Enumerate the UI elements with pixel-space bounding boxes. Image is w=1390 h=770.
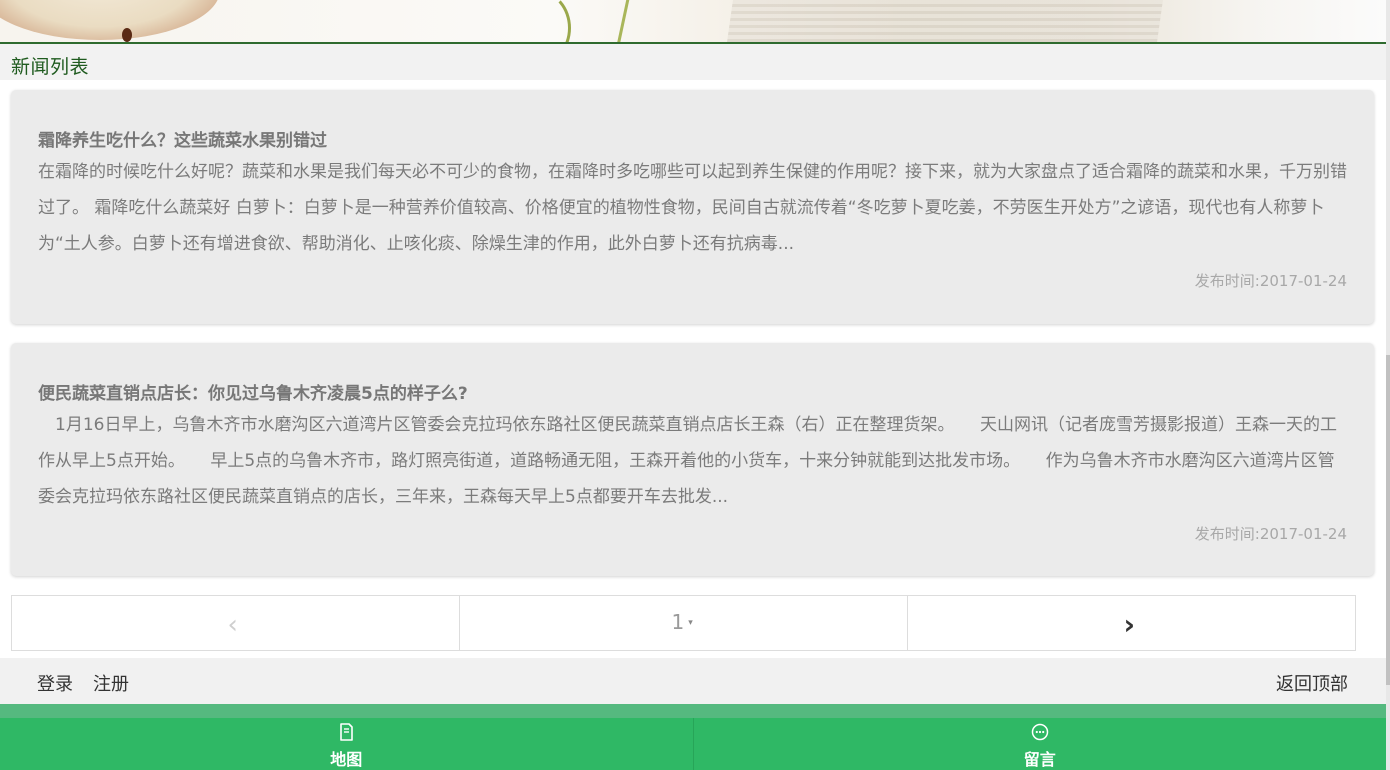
section-header: 新闻列表 xyxy=(0,44,1386,80)
news-title[interactable]: 便民蔬菜直销点店长：你见过乌鲁木齐凌晨5点的样子么? xyxy=(38,379,468,404)
tab-label: 地图 xyxy=(330,750,363,769)
news-excerpt: 在霜降的时候吃什么好呢？蔬菜和水果是我们每天必不可少的食物，在霜降时多吃哪些可以… xyxy=(38,162,1347,254)
news-card[interactable]: 霜降养生吃什么？这些蔬菜水果别错过 在霜降的时候吃什么好呢？蔬菜和水果是我们每天… xyxy=(11,90,1374,324)
section-title: 新闻列表 xyxy=(11,56,90,78)
news-title[interactable]: 霜降养生吃什么？这些蔬菜水果别错过 xyxy=(38,126,327,151)
tabbar-top-strip xyxy=(0,704,1386,718)
pagination: ‹ 1 ▾ › xyxy=(11,595,1356,651)
chevron-left-icon: ‹ xyxy=(227,610,238,640)
news-date: 发布时间:2017-01-24 xyxy=(1194,525,1347,543)
bottom-tab-bar: 地图 留言 xyxy=(0,718,1386,770)
next-page-button[interactable]: › xyxy=(908,596,1355,650)
prev-page-button[interactable]: ‹ xyxy=(12,596,460,650)
page-scrollbar[interactable] xyxy=(1386,0,1390,770)
back-to-top-link[interactable]: 返回顶部 xyxy=(1276,670,1348,696)
news-date: 发布时间:2017-01-24 xyxy=(1194,272,1347,290)
login-link[interactable]: 登录 xyxy=(37,670,73,696)
scrollbar-thumb[interactable] xyxy=(1386,355,1390,685)
page: 新闻列表 霜降养生吃什么？这些蔬菜水果别错过 在霜降的时候吃什么好呢？蔬菜和水果… xyxy=(0,0,1390,770)
current-page-number: 1 xyxy=(671,610,685,634)
news-list: 霜降养生吃什么？这些蔬菜水果别错过 在霜降的时候吃什么好呢？蔬菜和水果是我们每天… xyxy=(0,80,1386,658)
message-icon xyxy=(1031,723,1048,741)
apple-slice-graphic xyxy=(0,0,220,40)
tab-message[interactable]: 留言 xyxy=(694,718,1387,770)
vegetable-stem-graphic xyxy=(617,0,630,42)
footer-bar: 登录 注册 返回顶部 xyxy=(0,658,1386,704)
tab-map[interactable]: 地图 xyxy=(0,718,694,770)
tab-label: 留言 xyxy=(1023,750,1056,769)
vegetable-stem-graphic xyxy=(505,0,571,42)
header-banner-image xyxy=(0,0,1386,42)
caret-down-icon: ▾ xyxy=(688,618,693,628)
page-number-display: 1 ▾ xyxy=(672,610,693,634)
apple-seed-graphic xyxy=(122,28,132,42)
map-icon xyxy=(340,723,354,741)
news-excerpt: 1月16日早上，乌鲁木齐市水磨沟区六道湾片区管委会克拉玛依东路社区便民蔬菜直销点… xyxy=(38,415,1337,507)
chevron-right-icon: › xyxy=(1123,608,1136,641)
newspaper-graphic xyxy=(727,0,1163,42)
news-card[interactable]: 便民蔬菜直销点店长：你见过乌鲁木齐凌晨5点的样子么? 1月16日早上，乌鲁木齐市… xyxy=(11,343,1374,576)
register-link[interactable]: 注册 xyxy=(93,670,129,696)
page-select[interactable]: 1 ▾ xyxy=(460,596,908,650)
